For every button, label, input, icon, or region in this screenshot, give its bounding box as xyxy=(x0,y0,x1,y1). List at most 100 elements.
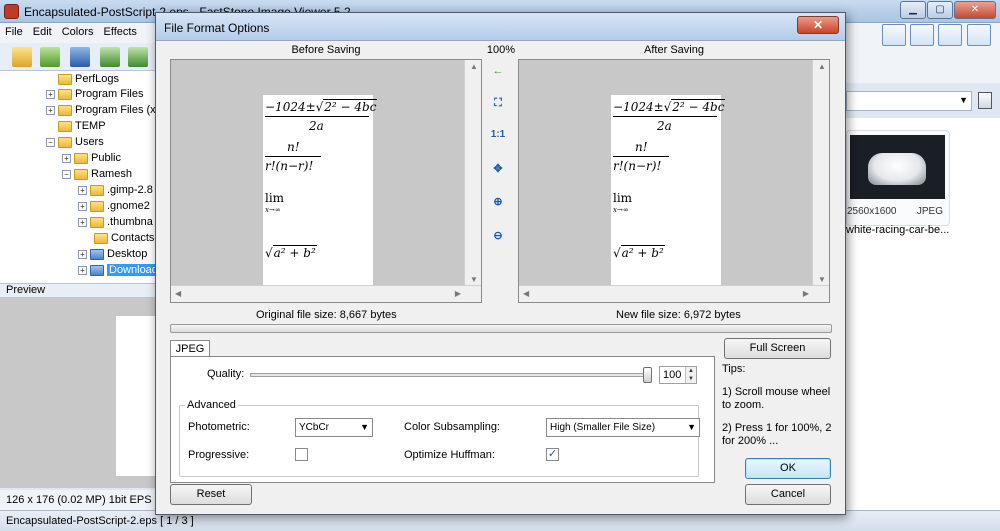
thumbnail-image xyxy=(850,135,945,199)
tree-item-contacts[interactable]: Contacts xyxy=(94,230,154,246)
menu-colors[interactable]: Colors xyxy=(57,23,99,41)
file-format-options-dialog: File Format Options ✕ Before Saving 100%… xyxy=(155,12,846,515)
formula-perm-numerator: n! xyxy=(635,140,648,154)
thumbnail-card[interactable]: 2560x1600 JPEG xyxy=(846,130,950,226)
tree-item-program-files-x86[interactable]: + Program Files (x8 xyxy=(46,102,155,118)
previous-icon[interactable] xyxy=(100,47,120,67)
details-view-icon[interactable] xyxy=(910,24,934,46)
expand-icon[interactable]: + xyxy=(46,89,55,99)
before-preview-pane[interactable]: −1024±√2² − 4bc 2a n! r!(n−r)! lim x→∞ √… xyxy=(170,59,482,303)
optimize-huffman-checkbox[interactable]: ✓ xyxy=(546,448,559,461)
dialog-title: File Format Options xyxy=(164,21,270,35)
reset-button[interactable]: Reset xyxy=(170,484,252,505)
preview-panel xyxy=(0,298,155,488)
tree-item-temp[interactable]: TEMP xyxy=(58,118,106,134)
quality-label: Quality: xyxy=(207,368,245,380)
quality-slider-thumb[interactable] xyxy=(643,367,652,383)
expand-icon[interactable]: + xyxy=(78,217,87,227)
preview-view-icon[interactable] xyxy=(938,24,962,46)
folder-icon xyxy=(90,184,104,196)
menu-file[interactable]: File xyxy=(0,23,28,41)
fullscreen-view-icon[interactable] xyxy=(967,24,991,46)
advanced-group: Advanced Photometric: YCbCr ▼ Progressiv… xyxy=(179,399,700,477)
tree-item-perflogs[interactable]: PerfLogs xyxy=(58,71,119,87)
quality-spinbox[interactable]: 100 ▲ ▼ xyxy=(659,366,697,384)
scroll-right-icon[interactable]: ▶ xyxy=(455,289,461,298)
collapse-icon[interactable]: − xyxy=(46,137,55,147)
tree-item-public[interactable]: + Public xyxy=(62,150,121,166)
fit-window-icon[interactable]: ⛶ xyxy=(488,93,508,113)
cancel-button[interactable]: Cancel xyxy=(745,484,831,505)
center-icon[interactable]: ✥ xyxy=(488,159,508,179)
tip-scroll-zoom: 1) Scroll mouse wheel to zoom. xyxy=(722,386,831,411)
after-preview-pane[interactable]: −1024±√2² − 4bc 2a n! r!(n−r)! lim x→∞ √… xyxy=(518,59,830,303)
menu-edit[interactable]: Edit xyxy=(28,23,57,41)
actual-size-button[interactable]: 1:1 xyxy=(488,125,508,145)
tree-item-gimp[interactable]: + .gimp-2.8 xyxy=(78,182,153,198)
color-subsampling-select[interactable]: High (Smaller File Size) ▼ xyxy=(546,418,700,437)
tree-item-ramesh[interactable]: − Ramesh xyxy=(62,166,132,182)
expand-icon[interactable]: + xyxy=(78,185,87,195)
maximize-button[interactable]: ▢ xyxy=(927,1,953,19)
tab-jpeg[interactable]: JPEG xyxy=(170,340,210,357)
menu-effects[interactable]: Effects xyxy=(99,23,142,41)
formula-part: −1024±√ xyxy=(613,100,672,114)
thumbnail-meta: 2560x1600 JPEG xyxy=(847,206,947,217)
scroll-down-icon[interactable]: ▼ xyxy=(818,275,826,284)
tree-item-thumbnails[interactable]: + .thumbna xyxy=(78,214,153,230)
fraction-bar xyxy=(613,116,717,117)
close-window-button[interactable]: ✕ xyxy=(954,1,996,19)
open-icon[interactable] xyxy=(12,47,32,67)
quality-slider[interactable] xyxy=(250,373,652,377)
zoom-in-icon[interactable]: ⊕ xyxy=(488,192,508,212)
folder-icon xyxy=(58,88,72,100)
tree-item-users[interactable]: − Users xyxy=(46,134,104,150)
collapse-icon[interactable]: − xyxy=(62,169,71,179)
photometric-value: YCbCr xyxy=(299,422,330,433)
scroll-up-icon[interactable]: ▲ xyxy=(470,62,478,71)
filter-combo[interactable]: ▼ xyxy=(846,91,972,111)
minimize-button[interactable]: ▁ xyxy=(900,1,926,19)
scroll-right-icon[interactable]: ▶ xyxy=(803,289,809,298)
expand-icon[interactable]: + xyxy=(46,105,55,115)
quality-value: 100 xyxy=(663,369,682,381)
tree-item-downloads[interactable]: + Download xyxy=(78,262,155,278)
zoom-out-icon[interactable]: ⊖ xyxy=(488,226,508,246)
tree-item-program-files[interactable]: + Program Files xyxy=(46,86,143,102)
dialog-titlebar: File Format Options ✕ xyxy=(156,13,845,41)
scroll-down-icon[interactable]: ▼ xyxy=(470,275,478,284)
scroll-up-icon[interactable]: ▲ xyxy=(818,62,826,71)
before-horizontal-scrollbar[interactable]: ◀ ▶ xyxy=(171,285,481,302)
tips-title: Tips: xyxy=(722,363,746,375)
save-icon[interactable] xyxy=(70,47,90,67)
browse-icon[interactable] xyxy=(40,47,60,67)
sync-arrow-icon[interactable]: ← xyxy=(488,61,508,81)
spin-arrows-icon[interactable]: ▲ ▼ xyxy=(685,367,696,383)
scroll-left-icon[interactable]: ◀ xyxy=(523,289,529,298)
after-saving-label: After Saving xyxy=(644,44,704,56)
scroll-left-icon[interactable]: ◀ xyxy=(175,289,181,298)
fraction-bar xyxy=(613,156,669,157)
trash-icon[interactable] xyxy=(978,92,992,109)
tree-item-gnome2[interactable]: + .gnome2 xyxy=(78,198,150,214)
progress-bar xyxy=(170,324,832,333)
formula-radicand: a² + b² xyxy=(272,245,317,260)
after-vertical-scrollbar[interactable]: ▲ ▼ xyxy=(812,60,829,286)
photometric-select[interactable]: YCbCr ▼ xyxy=(295,418,373,437)
formula-sqrt-sum: √a² + b² xyxy=(613,245,665,260)
ok-button[interactable]: OK xyxy=(745,458,831,479)
dialog-close-button[interactable]: ✕ xyxy=(797,16,839,34)
thumbnail-dimensions: 2560x1600 xyxy=(847,206,897,217)
expand-icon[interactable]: + xyxy=(78,265,87,275)
after-horizontal-scrollbar[interactable]: ◀ ▶ xyxy=(519,285,829,302)
full-screen-button[interactable]: Full Screen xyxy=(724,338,831,359)
thumbnail-format: JPEG xyxy=(916,206,943,217)
tree-item-desktop[interactable]: + Desktop xyxy=(78,246,147,262)
thumbnails-view-icon[interactable] xyxy=(882,24,906,46)
next-icon[interactable] xyxy=(128,47,148,67)
progressive-checkbox[interactable] xyxy=(295,448,308,461)
expand-icon[interactable]: + xyxy=(62,153,71,163)
formula-radicand: 2² − 4bc xyxy=(323,99,378,114)
expand-icon[interactable]: + xyxy=(78,201,87,211)
expand-icon[interactable]: + xyxy=(78,249,87,259)
